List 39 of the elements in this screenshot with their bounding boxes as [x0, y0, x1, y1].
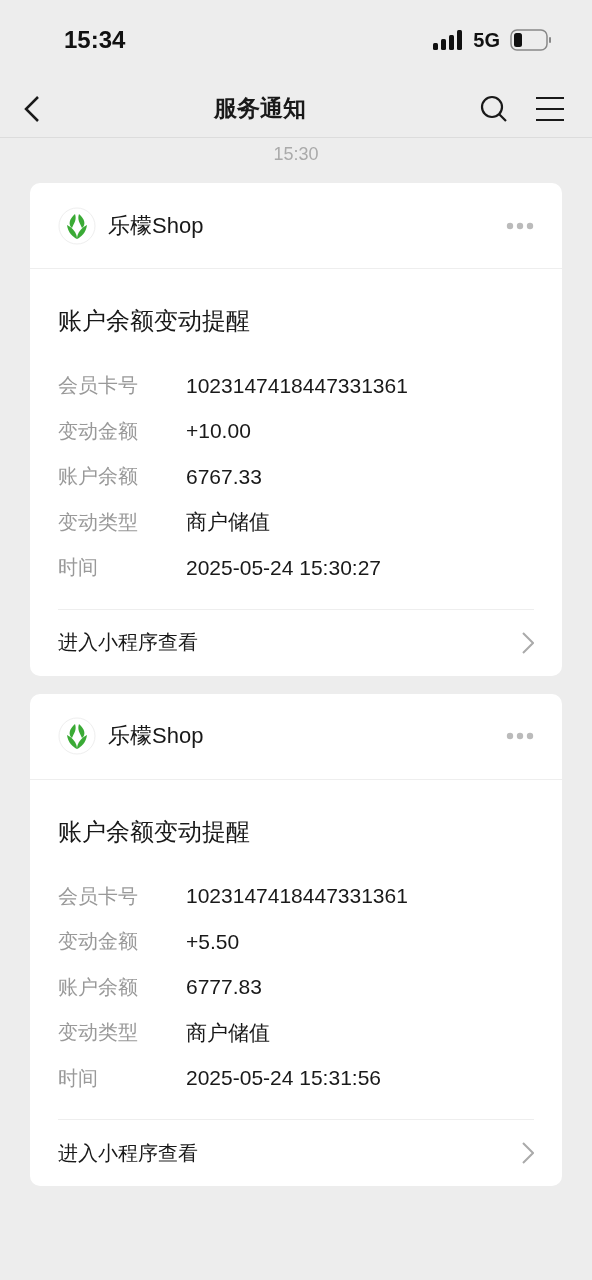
open-mini-program-link[interactable]: 进入小程序查看: [58, 1119, 534, 1186]
field-label: 时间: [58, 555, 99, 581]
field-label: 变动类型: [58, 509, 139, 535]
field-value: 商户储值: [186, 1019, 270, 1046]
field-value: 2025-05-24 15:30:27: [186, 555, 381, 580]
page-title: 服务通知: [214, 94, 306, 123]
signal-icon: [433, 30, 464, 50]
back-icon[interactable]: [24, 95, 40, 122]
message-title: 账户余额变动提醒: [58, 306, 251, 336]
field-label: 账户余额: [58, 464, 139, 490]
field-label: 账户余额: [58, 974, 139, 1000]
battery-icon: [510, 29, 552, 51]
field-value: +5.50: [186, 929, 240, 954]
field-value: 6767.33: [186, 464, 262, 489]
field-label: 变动类型: [58, 1020, 139, 1046]
field-label: 变动金额: [58, 929, 139, 955]
chevron-right-icon: [522, 1142, 534, 1164]
field-value: 2025-05-24 15:31:56: [186, 1066, 381, 1091]
field-label: 会员卡号: [58, 883, 139, 909]
menu-icon[interactable]: [536, 96, 564, 121]
field-value: 1023147418447331361: [186, 884, 408, 909]
chevron-right-icon: [522, 631, 534, 654]
open-mini-program-link[interactable]: 进入小程序查看: [58, 608, 534, 676]
shop-logo-icon: [58, 717, 96, 755]
field-label: 变动金额: [58, 418, 139, 444]
field-label: 会员卡号: [58, 373, 139, 399]
field-value: 1023147418447331361: [186, 373, 408, 398]
search-icon[interactable]: [480, 94, 508, 123]
field-value: 6777.83: [186, 975, 262, 1000]
network-label: 5G: [473, 28, 500, 52]
field-value: +10.00: [186, 419, 251, 444]
status-time: 15:34: [64, 26, 126, 54]
message-title: 账户余额变动提醒: [58, 816, 251, 847]
field-value: 商户储值: [186, 509, 270, 536]
message-timestamp: 15:30: [272, 144, 320, 165]
field-label: 时间: [58, 1065, 99, 1091]
sender-name: 乐檬Shop: [108, 722, 205, 750]
shop-logo-icon: [58, 206, 96, 245]
sender-name: 乐檬Shop: [108, 211, 205, 240]
